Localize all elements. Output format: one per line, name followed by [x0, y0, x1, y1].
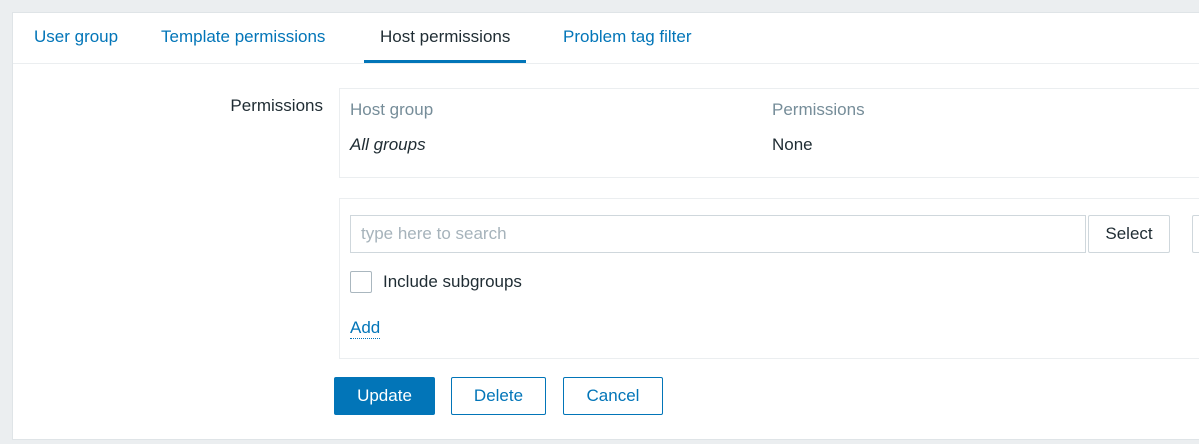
permission-selector-button[interactable] [1192, 215, 1199, 253]
include-subgroups-checkbox[interactable] [350, 271, 372, 293]
column-header-host-group: Host group [350, 100, 434, 119]
column-header-permissions: Permissions [772, 100, 865, 119]
add-link[interactable]: Add [350, 318, 381, 339]
select-button[interactable]: Select [1088, 215, 1170, 253]
tab-host-permissions[interactable]: Host permissions [364, 13, 527, 63]
permissions-table: Host group Permissions All groups None [339, 88, 1199, 178]
delete-button[interactable]: Delete [451, 377, 546, 415]
cancel-button[interactable]: Cancel [563, 377, 663, 415]
include-subgroups-label[interactable]: Include subgroups [383, 272, 522, 292]
add-permission-box: Select Include subgroups Add [339, 198, 1199, 359]
update-button[interactable]: Update [334, 377, 435, 415]
tab-template-permissions[interactable]: Template permissions [161, 13, 325, 63]
permissions-label: Permissions [230, 96, 323, 115]
table-cell-host-group: All groups [350, 135, 426, 154]
table-cell-permission: None [772, 135, 813, 154]
tab-user-group[interactable]: User group [34, 13, 118, 63]
tab-bar: User group Template permissions Host per… [13, 13, 1199, 64]
tab-problem-tag-filter[interactable]: Problem tag filter [563, 13, 692, 63]
user-group-form: User group Template permissions Host per… [12, 12, 1199, 440]
host-group-search-input[interactable] [350, 215, 1086, 253]
